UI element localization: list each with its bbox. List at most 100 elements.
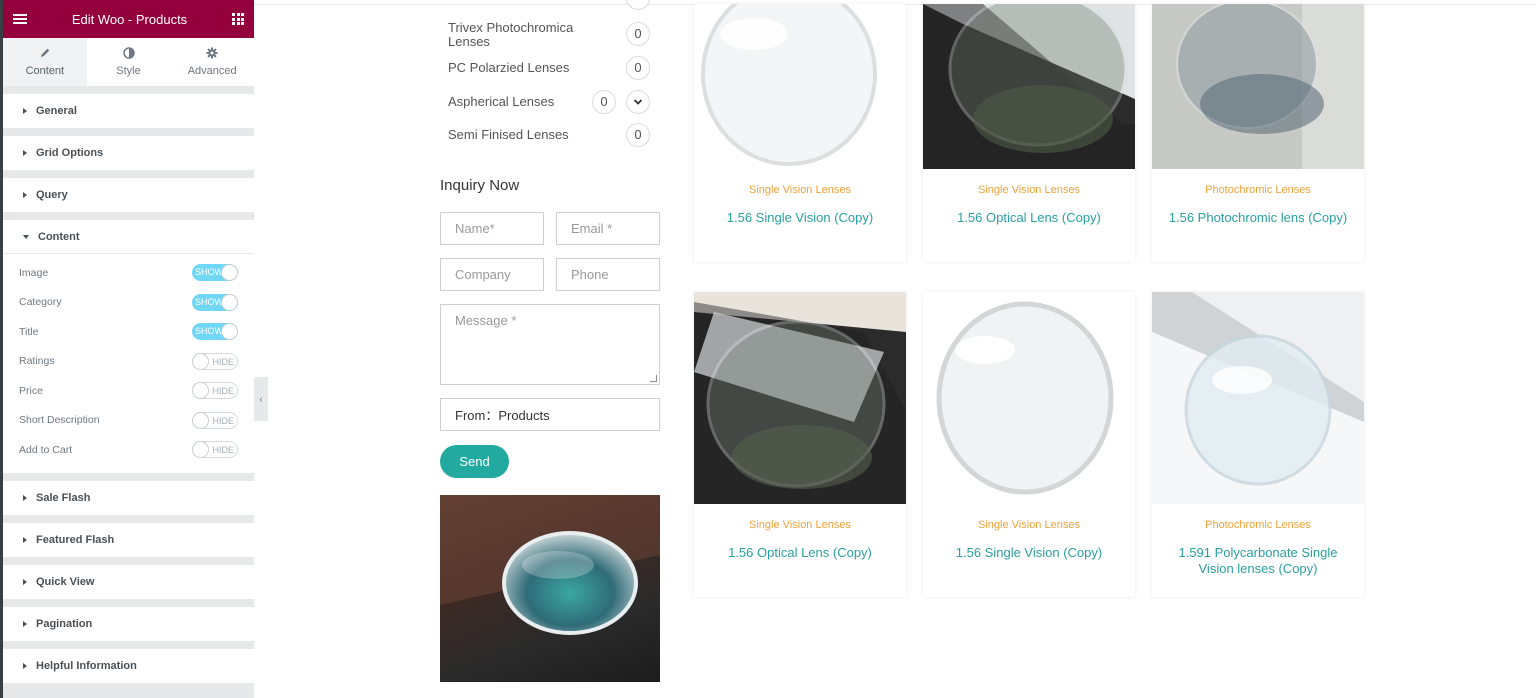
category-count: 0 xyxy=(626,56,650,80)
category-item[interactable]: Aspherical Lenses 0 xyxy=(448,90,660,114)
section-general[interactable]: General xyxy=(3,94,254,128)
product-card[interactable]: Photochromic Lenses 1.591 Polycarbonate … xyxy=(1152,292,1364,597)
control-label: Category xyxy=(19,296,62,309)
product-category[interactable]: Single Vision Lenses xyxy=(694,519,906,531)
category-item[interactable]: PC Polarzied Lenses 0 xyxy=(448,56,660,80)
phone-placeholder: Phone xyxy=(571,267,609,282)
chevron-down-icon xyxy=(633,99,643,105)
chevron-left-icon: ‹ xyxy=(259,393,263,405)
company-field[interactable]: Company xyxy=(440,258,544,291)
section-label: Sale Flash xyxy=(36,491,91,504)
section-label: Pagination xyxy=(36,617,93,630)
product-card[interactable]: Single Vision Lenses 1.56 Optical Lens (… xyxy=(694,292,906,597)
control-label: Title xyxy=(19,325,39,338)
category-count-cutoff xyxy=(626,0,650,10)
control-label: Short Description xyxy=(19,414,100,427)
category-name[interactable]: Trivex Photochromica Lenses xyxy=(448,21,598,49)
toggle-switch[interactable]: SHOW xyxy=(192,264,238,282)
product-image[interactable] xyxy=(1152,292,1364,504)
control-label: Image xyxy=(19,266,49,279)
caret-right-icon xyxy=(23,578,27,585)
section-quick-view[interactable]: Quick View xyxy=(3,564,254,599)
tab-content[interactable]: Content xyxy=(3,38,87,86)
section-featured-flash[interactable]: Featured Flash xyxy=(3,522,254,557)
from-value: From：Products xyxy=(455,408,550,423)
section-label: General xyxy=(36,105,77,117)
product-category[interactable]: Single Vision Lenses xyxy=(923,519,1135,531)
toggle-switch[interactable]: HIDE xyxy=(192,382,238,400)
toggle-switch[interactable]: HIDE xyxy=(192,352,238,370)
product-title[interactable]: 1.56 Single Vision (Copy) xyxy=(706,210,894,226)
phone-field[interactable]: Phone xyxy=(556,258,660,291)
toggle-state: SHOW xyxy=(195,296,223,307)
section-pagination[interactable]: Pagination xyxy=(3,606,254,641)
product-category[interactable]: Single Vision Lenses xyxy=(923,184,1135,196)
product-card[interactable]: Single Vision Lenses 1.56 Single Vision … xyxy=(694,4,906,262)
section-label: Featured Flash xyxy=(36,533,115,546)
pencil-icon xyxy=(39,47,51,61)
resize-handle-icon[interactable] xyxy=(650,375,657,382)
toggle-knob xyxy=(192,382,209,400)
tab-style[interactable]: Style xyxy=(87,38,171,86)
toggle-knob xyxy=(192,411,209,429)
toggle-switch[interactable]: SHOW xyxy=(192,293,238,311)
product-title[interactable]: 1.591 Polycarbonate Single Vision lenses… xyxy=(1164,545,1352,577)
product-title[interactable]: 1.56 Photochromic lens (Copy) xyxy=(1164,210,1352,226)
collapse-panel-handle[interactable]: ‹ xyxy=(254,377,268,421)
section-label: Content xyxy=(38,230,80,243)
expand-chevron-button[interactable] xyxy=(626,90,650,114)
send-button[interactable]: Send xyxy=(440,445,509,478)
product-image[interactable] xyxy=(923,4,1135,169)
control-price: Price HIDE xyxy=(3,376,254,406)
product-image[interactable] xyxy=(694,292,906,504)
section-sale-flash[interactable]: Sale Flash xyxy=(3,480,254,515)
from-field[interactable]: From：Products xyxy=(440,398,660,431)
section-query[interactable]: Query xyxy=(3,178,254,212)
email-field[interactable]: Email * xyxy=(556,212,660,245)
tab-advanced[interactable]: Advanced xyxy=(170,38,254,86)
category-item[interactable]: Trivex Photochromica Lenses 0 xyxy=(448,21,660,49)
content-controls: Image SHOW Category SHOW Title SHOW Rati… xyxy=(3,254,254,473)
product-image[interactable] xyxy=(694,4,906,169)
product-category[interactable]: Photochromic Lenses xyxy=(1152,519,1364,531)
product-title[interactable]: 1.56 Single Vision (Copy) xyxy=(935,545,1123,561)
toggle-state: SHOW xyxy=(195,267,223,278)
product-title[interactable]: 1.56 Optical Lens (Copy) xyxy=(706,545,894,561)
toggle-switch[interactable]: HIDE xyxy=(192,411,238,429)
toggle-switch[interactable]: HIDE xyxy=(192,441,238,459)
product-image[interactable] xyxy=(923,292,1135,504)
message-field[interactable]: Message * xyxy=(440,304,660,385)
widgets-grid-icon[interactable] xyxy=(232,13,244,25)
menu-icon[interactable] xyxy=(13,14,27,24)
section-content[interactable]: Content xyxy=(3,220,254,254)
caret-right-icon xyxy=(23,662,27,669)
section-label: Query xyxy=(36,189,68,201)
toggle-knob xyxy=(192,441,209,459)
product-card[interactable]: Single Vision Lenses 1.56 Single Vision … xyxy=(923,292,1135,597)
section-label: Helpful Information xyxy=(36,659,137,672)
product-card[interactable]: Single Vision Lenses 1.56 Optical Lens (… xyxy=(923,4,1135,262)
product-image[interactable] xyxy=(1152,4,1364,169)
section-helpful-information[interactable]: Helpful Information xyxy=(3,648,254,683)
product-card[interactable]: Photochromic Lenses 1.56 Photochromic le… xyxy=(1152,4,1364,262)
toggle-state: HIDE xyxy=(212,445,234,456)
company-placeholder: Company xyxy=(455,267,511,282)
section-grid-options[interactable]: Grid Options xyxy=(3,136,254,170)
name-placeholder: Name* xyxy=(455,221,495,236)
product-category[interactable]: Photochromic Lenses xyxy=(1152,184,1364,196)
control-label: Ratings xyxy=(19,355,55,368)
name-field[interactable]: Name* xyxy=(440,212,544,245)
control-title: Title SHOW xyxy=(3,317,254,347)
category-count: 0 xyxy=(592,90,616,114)
section-label: Grid Options xyxy=(36,147,104,159)
control-short-description: Short Description HIDE xyxy=(3,406,254,436)
category-item[interactable]: Semi Finised Lenses 0 xyxy=(448,123,660,147)
toggle-state: HIDE xyxy=(212,356,234,367)
toggle-knob xyxy=(221,293,238,311)
caret-right-icon xyxy=(23,150,27,156)
product-category[interactable]: Single Vision Lenses xyxy=(694,184,906,196)
toggle-switch[interactable]: SHOW xyxy=(192,323,238,341)
control-add-to-cart: Add to Cart HIDE xyxy=(3,435,254,465)
control-label: Price xyxy=(19,384,43,397)
product-title[interactable]: 1.56 Optical Lens (Copy) xyxy=(935,210,1123,226)
